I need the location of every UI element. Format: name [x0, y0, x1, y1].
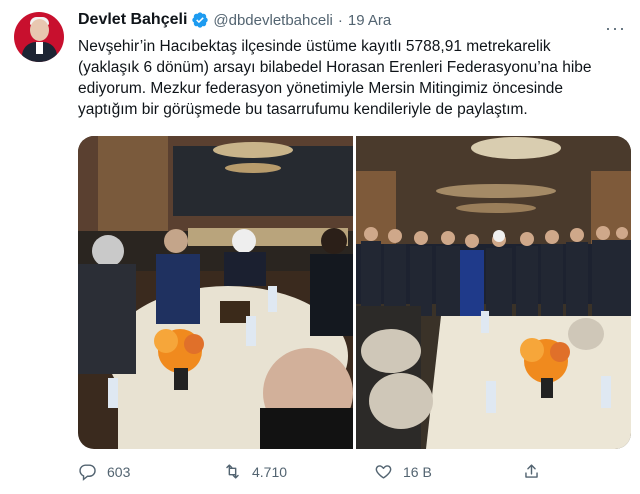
- reply-icon: [79, 464, 96, 481]
- heart-icon: [375, 465, 392, 479]
- photo-meeting-table[interactable]: [78, 136, 353, 449]
- retweet-icon: [226, 464, 239, 479]
- avatar-face: [30, 19, 49, 41]
- author-name[interactable]: Devlet Bahçeli: [78, 11, 187, 29]
- verified-badge-icon: [192, 12, 209, 28]
- avatar-shirt: [36, 42, 43, 54]
- reply-button[interactable]: 603: [78, 462, 130, 481]
- like-count: 16 B: [403, 463, 432, 480]
- separator-dot: ·: [337, 11, 343, 29]
- tweet-text: Nevşehir’in Hacıbektaş ilçesinde üstüme …: [78, 38, 592, 118]
- like-button[interactable]: 16 B: [374, 462, 432, 481]
- reply-count: 603: [107, 463, 131, 480]
- retweet-count: 4.710: [252, 463, 288, 480]
- tweet-actions: 603 4.710 16 B: [78, 462, 548, 486]
- share-button[interactable]: [522, 462, 551, 481]
- author-handle[interactable]: @dbdevletbahceli: [213, 12, 332, 29]
- photo-group-standing[interactable]: [356, 136, 631, 449]
- tweet-date[interactable]: 19 Ara: [348, 12, 391, 29]
- photo-group-standing-image: [356, 136, 631, 449]
- photo-meeting-table-image: [78, 136, 353, 449]
- avatar[interactable]: [14, 12, 64, 62]
- share-icon: [525, 464, 538, 478]
- tweet-header: Devlet Bahçeli @dbdevletbahceli · 19 Ara: [78, 11, 391, 29]
- retweet-button[interactable]: 4.710: [223, 462, 287, 481]
